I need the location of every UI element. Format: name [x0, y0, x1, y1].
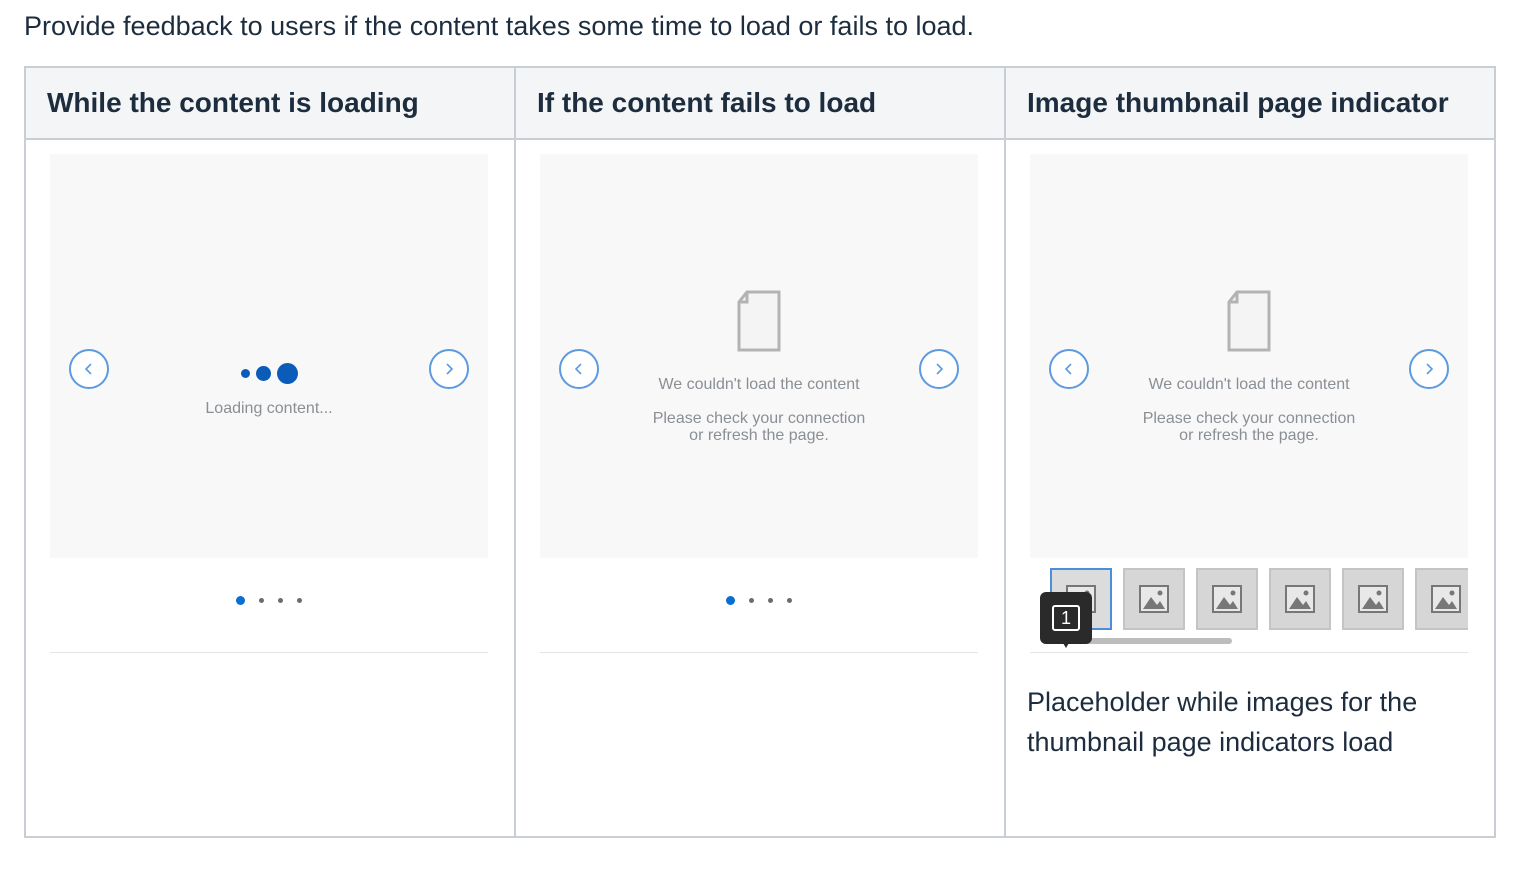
table-body-row: Loading content... We couldn't load the … — [26, 140, 1494, 836]
thumbnail-item[interactable] — [1415, 568, 1468, 630]
image-placeholder-icon — [1212, 585, 1242, 613]
carousel-loading: Loading content... — [50, 154, 488, 558]
header-failed: If the content fails to load — [514, 68, 1004, 138]
page-number: 1 — [1052, 605, 1080, 631]
cell-loading: Loading content... — [26, 140, 514, 836]
carousel-failed: We couldn't load the content Please chec… — [540, 154, 978, 558]
page-dot[interactable] — [297, 598, 302, 604]
divider — [1030, 652, 1468, 653]
header-thumbnail: Image thumbnail page indicator — [1004, 68, 1494, 138]
chevron-left-icon — [574, 363, 582, 375]
loading-indicator — [50, 363, 488, 387]
page-number-badge: 1 — [1040, 592, 1092, 644]
chevron-right-icon — [1426, 363, 1434, 375]
page-indicator[interactable] — [540, 592, 978, 616]
page-dot[interactable] — [787, 598, 792, 604]
guidelines-table: While the content is loading If the cont… — [24, 66, 1496, 838]
badge-pointer — [1060, 638, 1072, 648]
image-placeholder-icon — [1431, 585, 1461, 613]
next-button[interactable] — [1409, 349, 1449, 389]
document-icon — [1227, 290, 1271, 352]
image-placeholder-icon — [1358, 585, 1388, 613]
next-button[interactable] — [919, 349, 959, 389]
image-placeholder-icon — [1285, 585, 1315, 613]
thumbnail-caption: Placeholder while images for the thumbna… — [1027, 687, 1418, 757]
table-header-row: While the content is loading If the cont… — [26, 68, 1494, 140]
cell-thumbnail: We couldn't load the content Please chec… — [1004, 140, 1494, 836]
chevron-right-icon — [936, 363, 944, 375]
thumbnail-item[interactable] — [1342, 568, 1404, 630]
carousel-thumbnail: We couldn't load the content Please chec… — [1030, 154, 1468, 558]
image-placeholder-icon — [1139, 585, 1169, 613]
page-dot[interactable] — [768, 598, 773, 604]
page-dot[interactable] — [278, 598, 283, 604]
loading-message: Loading content... — [205, 400, 333, 417]
page-dot[interactable] — [749, 598, 754, 604]
cell-failed: We couldn't load the content Please chec… — [514, 140, 1004, 836]
page-indicator[interactable] — [50, 592, 488, 616]
page-dot-active[interactable] — [726, 596, 735, 606]
intro-text: Provide feedback to users if the content… — [24, 11, 975, 41]
chevron-left-icon — [1064, 363, 1072, 375]
error-title: We couldn't load the content — [1148, 376, 1350, 393]
error-hint-line1: Please check your connection — [652, 410, 866, 427]
thumbnail-strip — [1030, 566, 1468, 632]
divider — [540, 652, 978, 653]
document-icon — [737, 290, 781, 352]
error-title: We couldn't load the content — [658, 376, 860, 393]
thumbnail-item[interactable] — [1269, 568, 1331, 630]
page-dot[interactable] — [259, 598, 264, 604]
thumbnail-item[interactable] — [1196, 568, 1258, 630]
error-hint-line2: or refresh the page. — [689, 427, 829, 444]
divider — [50, 652, 488, 653]
error-hint-line2: or refresh the page. — [1179, 427, 1319, 444]
page-dot-active[interactable] — [236, 596, 245, 606]
next-button[interactable] — [429, 349, 469, 389]
header-loading: While the content is loading — [47, 87, 419, 118]
thumbnail-item[interactable] — [1123, 568, 1185, 630]
error-hint-line1: Please check your connection — [1142, 410, 1356, 427]
chevron-right-icon — [446, 363, 454, 375]
